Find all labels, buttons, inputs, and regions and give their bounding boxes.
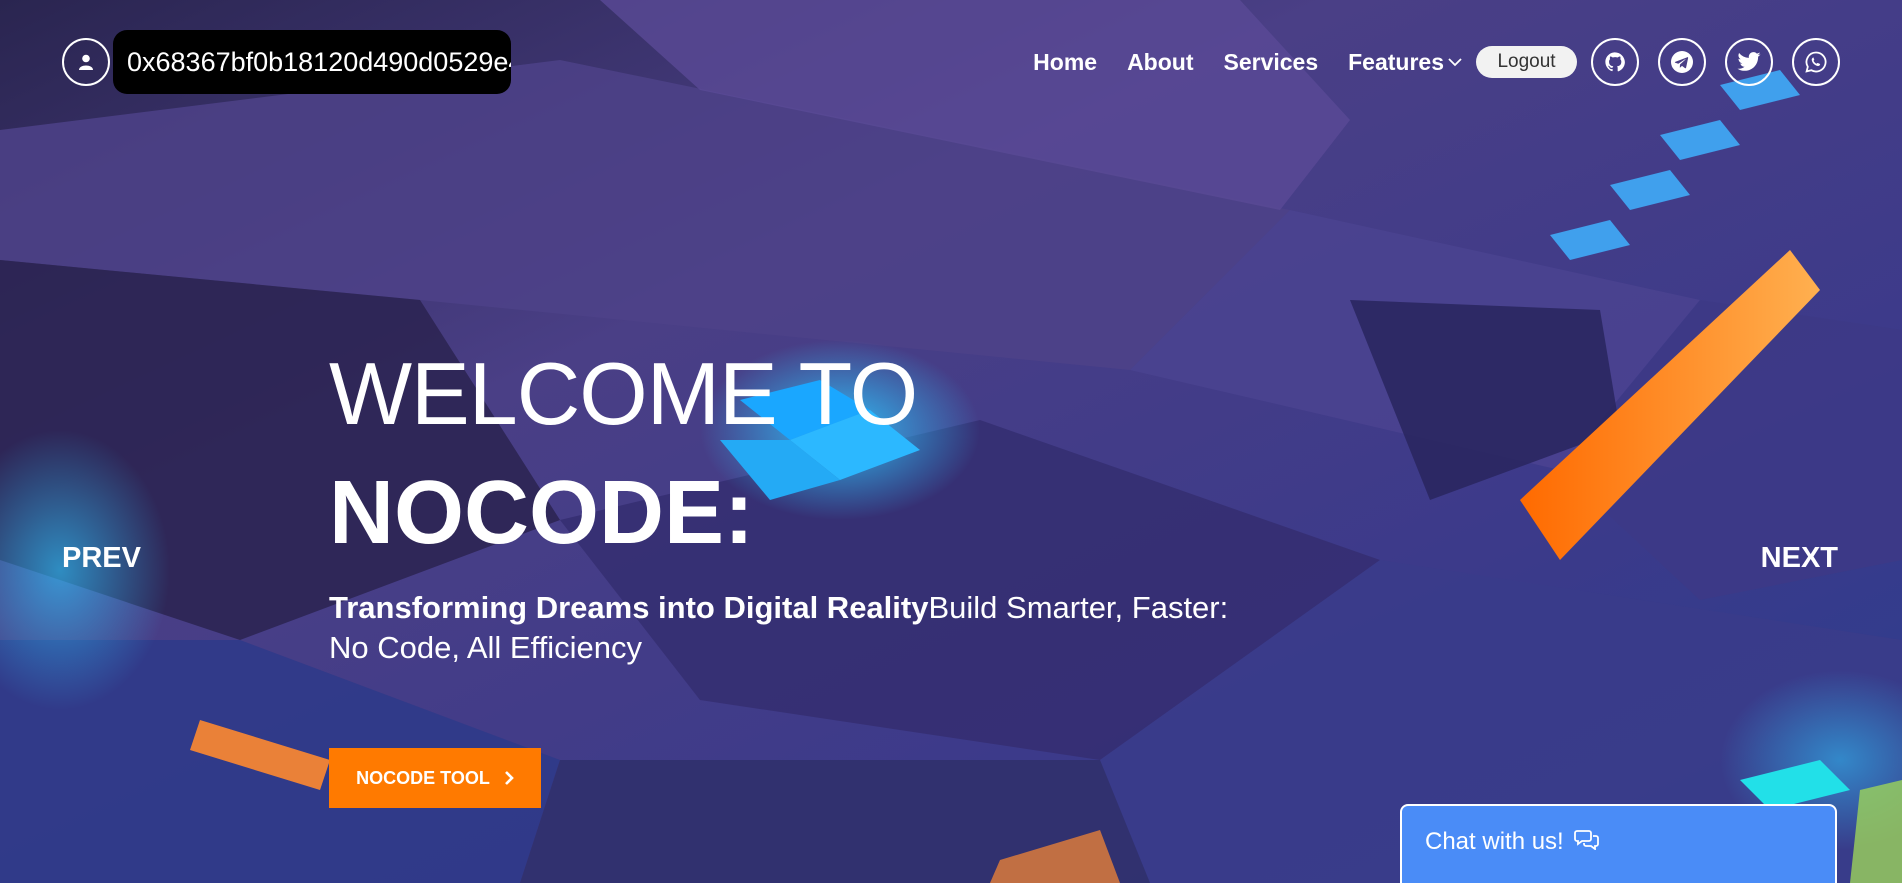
nocode-tool-button[interactable]: NOCODE TOOL: [329, 748, 541, 808]
nocode-tool-label: NOCODE TOOL: [356, 767, 490, 788]
main-nav: Home About Services Features Logout: [1033, 38, 1902, 86]
whatsapp-icon[interactable]: [1792, 38, 1840, 86]
logout-button[interactable]: Logout: [1476, 46, 1577, 78]
chat-label: Chat with us!: [1425, 828, 1564, 855]
github-icon[interactable]: [1591, 38, 1639, 86]
hero-section: 0x68367bf0b18120d490d0529e4 Home About S…: [0, 0, 1902, 883]
chat-bubbles-icon: [1573, 830, 1599, 850]
next-slide-button[interactable]: NEXT: [1761, 544, 1838, 573]
nav-home[interactable]: Home: [1033, 49, 1097, 76]
hero-tagline: Transforming Dreams into Digital Reality…: [329, 588, 1269, 668]
hero-welcome-heading: WELCOME TO: [329, 344, 918, 443]
hero-background-image: [0, 0, 1902, 883]
user-icon: [79, 54, 93, 70]
nav-features[interactable]: Features: [1348, 49, 1462, 76]
nav-features-label: Features: [1348, 48, 1444, 75]
chevron-right-icon: [504, 771, 514, 785]
prev-slide-button[interactable]: PREV: [62, 544, 141, 573]
nav-services[interactable]: Services: [1223, 49, 1318, 76]
wallet-widget[interactable]: 0x68367bf0b18120d490d0529e4: [62, 30, 511, 94]
chevron-down-icon: [1448, 57, 1462, 67]
nav-about[interactable]: About: [1127, 49, 1193, 76]
hero-brand-heading: NOCODE:: [329, 463, 754, 563]
chat-widget[interactable]: Chat with us!: [1400, 804, 1837, 883]
user-avatar[interactable]: [62, 38, 110, 86]
wallet-address[interactable]: 0x68367bf0b18120d490d0529e4: [113, 30, 511, 94]
twitter-icon[interactable]: [1725, 38, 1773, 86]
hero-tagline-bold: Transforming Dreams into Digital Reality: [329, 590, 929, 625]
telegram-icon[interactable]: [1658, 38, 1706, 86]
